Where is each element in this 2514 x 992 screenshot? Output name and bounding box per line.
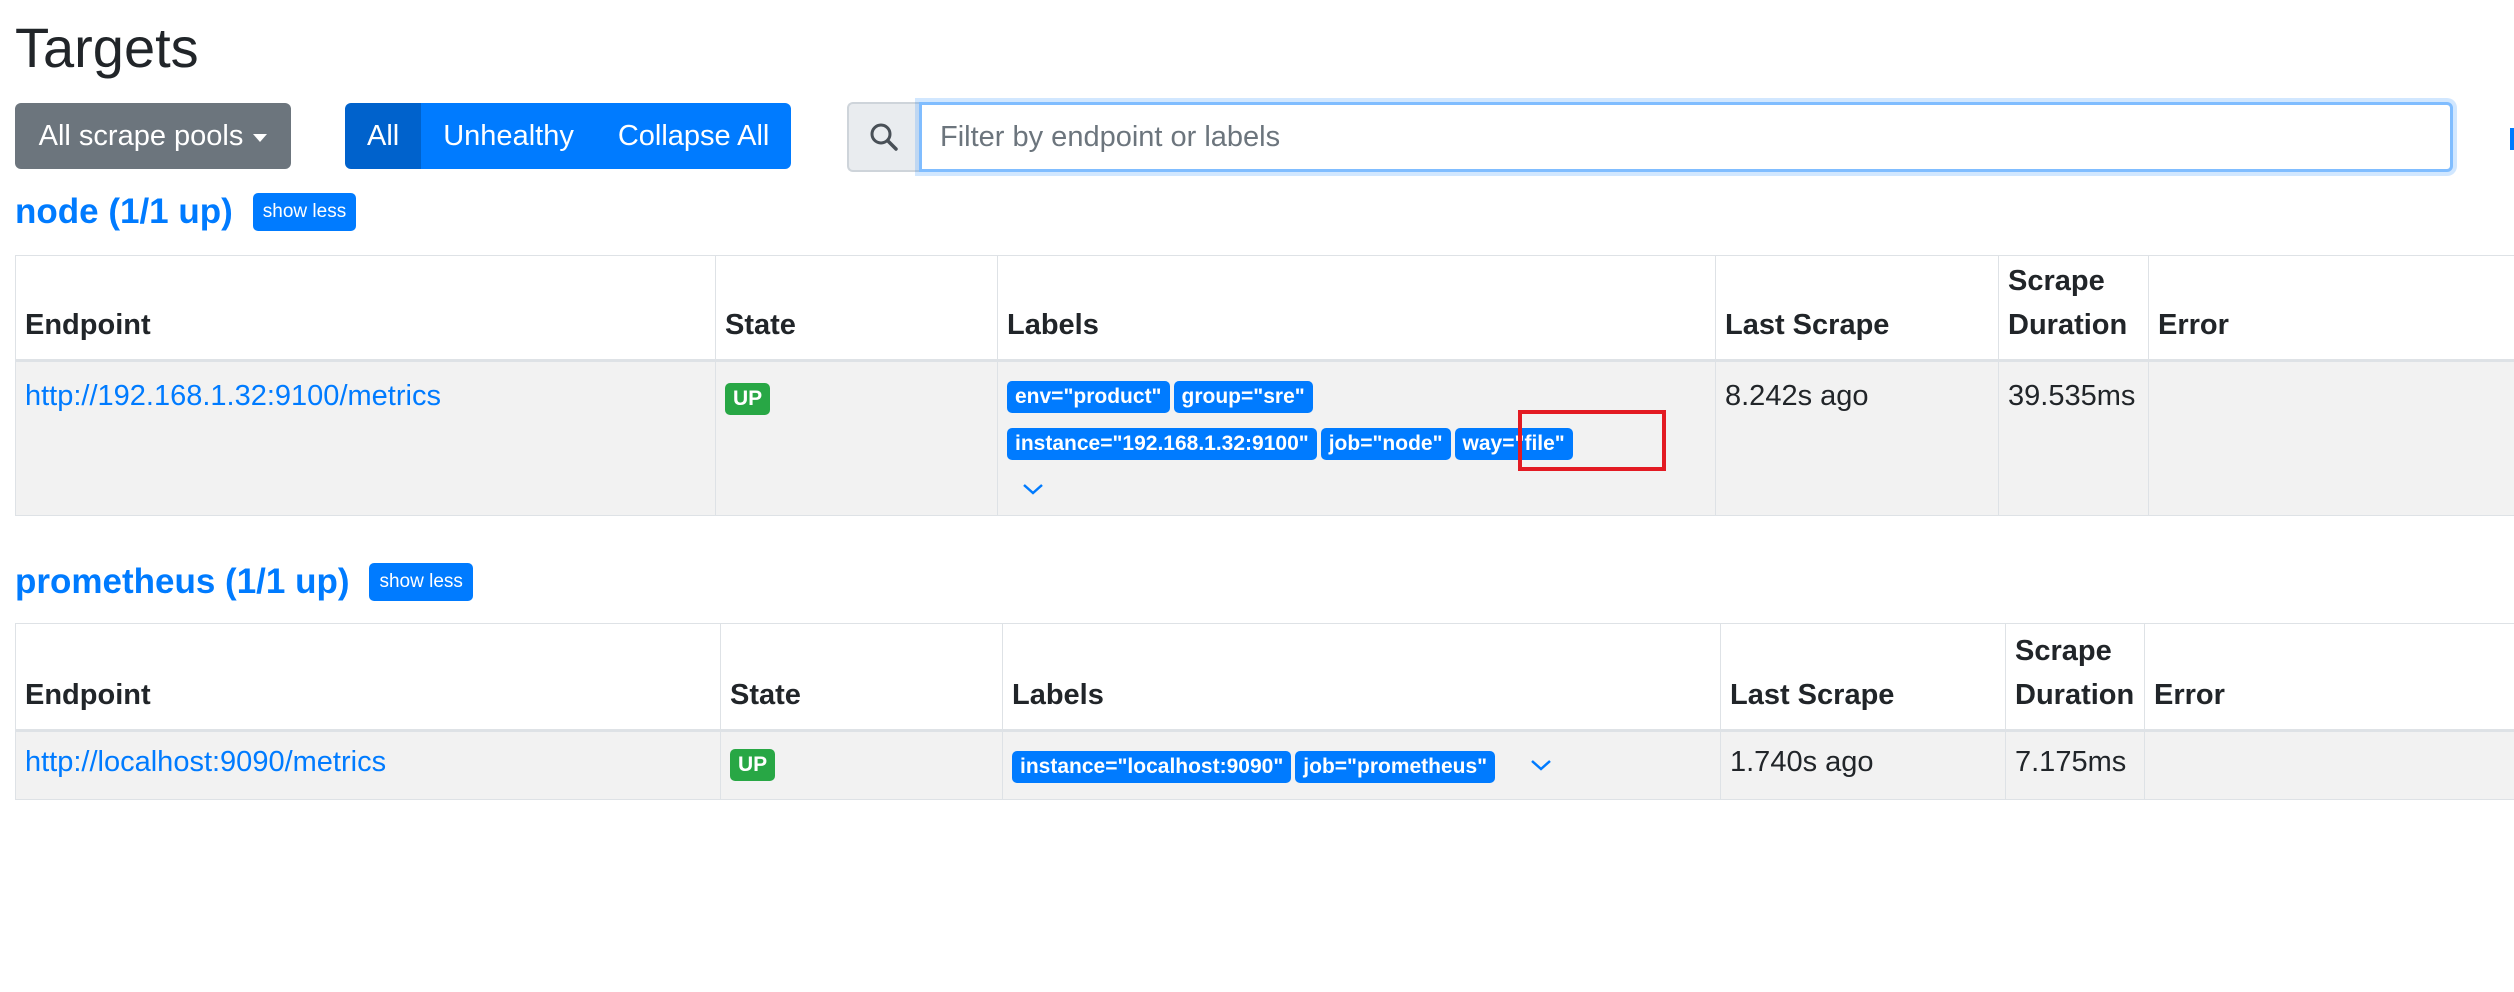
- column-scrape-duration-line2: Duration: [2008, 309, 2128, 341]
- label-badge-instance: instance="192.168.1.32:9100": [1007, 428, 1317, 460]
- show-less-button-node[interactable]: show less: [252, 193, 357, 231]
- page-title: Targets: [15, 16, 199, 79]
- error-value: [2148, 360, 2514, 516]
- label-badge-job: job="prometheus": [1295, 751, 1496, 783]
- column-scrape-duration-line1: Scrape: [2015, 635, 2112, 667]
- pool-header-prometheus: prometheus (1/1 up) show less: [15, 562, 473, 602]
- chevron-down-icon[interactable]: [1021, 472, 1045, 505]
- endpoint-link[interactable]: http://localhost:9090/metrics: [25, 746, 386, 778]
- scrape-duration-value: 7.175ms: [2005, 730, 2145, 800]
- column-labels: Labels: [1002, 623, 1721, 732]
- all-button[interactable]: All: [345, 103, 422, 169]
- label-badge-env: env="product": [1007, 381, 1170, 413]
- column-last-scrape: Last Scrape: [1715, 255, 1999, 362]
- search-icon: [847, 102, 919, 172]
- targets-table-node: Endpoint State Labels Last Scrape Scrape…: [15, 255, 2514, 516]
- show-less-button-prometheus[interactable]: show less: [369, 563, 473, 601]
- collapse-all-button[interactable]: Collapse All: [595, 103, 792, 169]
- error-value: [2144, 730, 2514, 800]
- column-last-scrape: Last Scrape: [1720, 623, 2006, 732]
- filter-button-group: All Unhealthy Collapse All: [345, 103, 792, 169]
- label-badge-group: group="sre": [1173, 381, 1313, 413]
- column-endpoint: Endpoint: [15, 255, 716, 362]
- column-scrape-duration: Scrape Duration: [1998, 255, 2149, 362]
- labels-list: env="product" group="sre" instance="192.1…: [1007, 378, 1667, 505]
- column-error: Error: [2148, 255, 2514, 362]
- label-badge-instance: instance="localhost:9090": [1012, 751, 1292, 783]
- search-input[interactable]: [919, 102, 2453, 172]
- column-scrape-duration-line2: Duration: [2015, 679, 2135, 711]
- label-badge-job: job="node": [1320, 428, 1451, 460]
- pool-header-node: node (1/1 up) show less: [15, 192, 357, 232]
- table-row: http://localhost:9090/metrics UP instanc…: [15, 730, 2514, 800]
- last-scrape-value: 1.740s ago: [1720, 730, 2006, 800]
- status-badge: UP: [730, 749, 776, 781]
- search-bar: [847, 102, 2453, 172]
- column-state: State: [720, 623, 1003, 732]
- chevron-down-icon[interactable]: [1529, 748, 1553, 781]
- unhealthy-button[interactable]: Unhealthy: [421, 103, 596, 169]
- endpoint-link[interactable]: http://192.168.1.32:9100/metrics: [25, 380, 441, 412]
- last-scrape-value: 8.242s ago: [1715, 360, 1999, 516]
- table-header-row: Endpoint State Labels Last Scrape Scrape…: [15, 623, 2514, 732]
- column-endpoint: Endpoint: [15, 623, 721, 732]
- table-header-row: Endpoint State Labels Last Scrape Scrape…: [15, 255, 2514, 362]
- targets-table-prometheus: Endpoint State Labels Last Scrape Scrape…: [15, 623, 2514, 800]
- status-badge: UP: [725, 383, 771, 415]
- column-scrape-duration: Scrape Duration: [2005, 623, 2145, 732]
- column-error: Error: [2144, 623, 2514, 732]
- table-row: http://192.168.1.32:9100/metrics UP env=…: [15, 360, 2514, 516]
- scrape-pool-dropdown[interactable]: All scrape pools: [15, 103, 291, 169]
- caret-down-icon: [253, 134, 268, 142]
- scrape-pool-dropdown-label: All scrape pools: [38, 119, 244, 152]
- edge-indicator: [2510, 128, 2514, 150]
- label-badge-way: way="file": [1454, 428, 1573, 460]
- column-labels: Labels: [997, 255, 1716, 362]
- targets-page: Targets All scrape pools All Unhealthy C…: [0, 0, 2514, 992]
- pool-title-node[interactable]: node (1/1 up): [15, 192, 233, 232]
- column-scrape-duration-line1: Scrape: [2008, 265, 2105, 297]
- scrape-duration-value: 39.535ms: [1998, 360, 2149, 516]
- column-state: State: [715, 255, 998, 362]
- pool-title-prometheus[interactable]: prometheus (1/1 up): [15, 562, 349, 602]
